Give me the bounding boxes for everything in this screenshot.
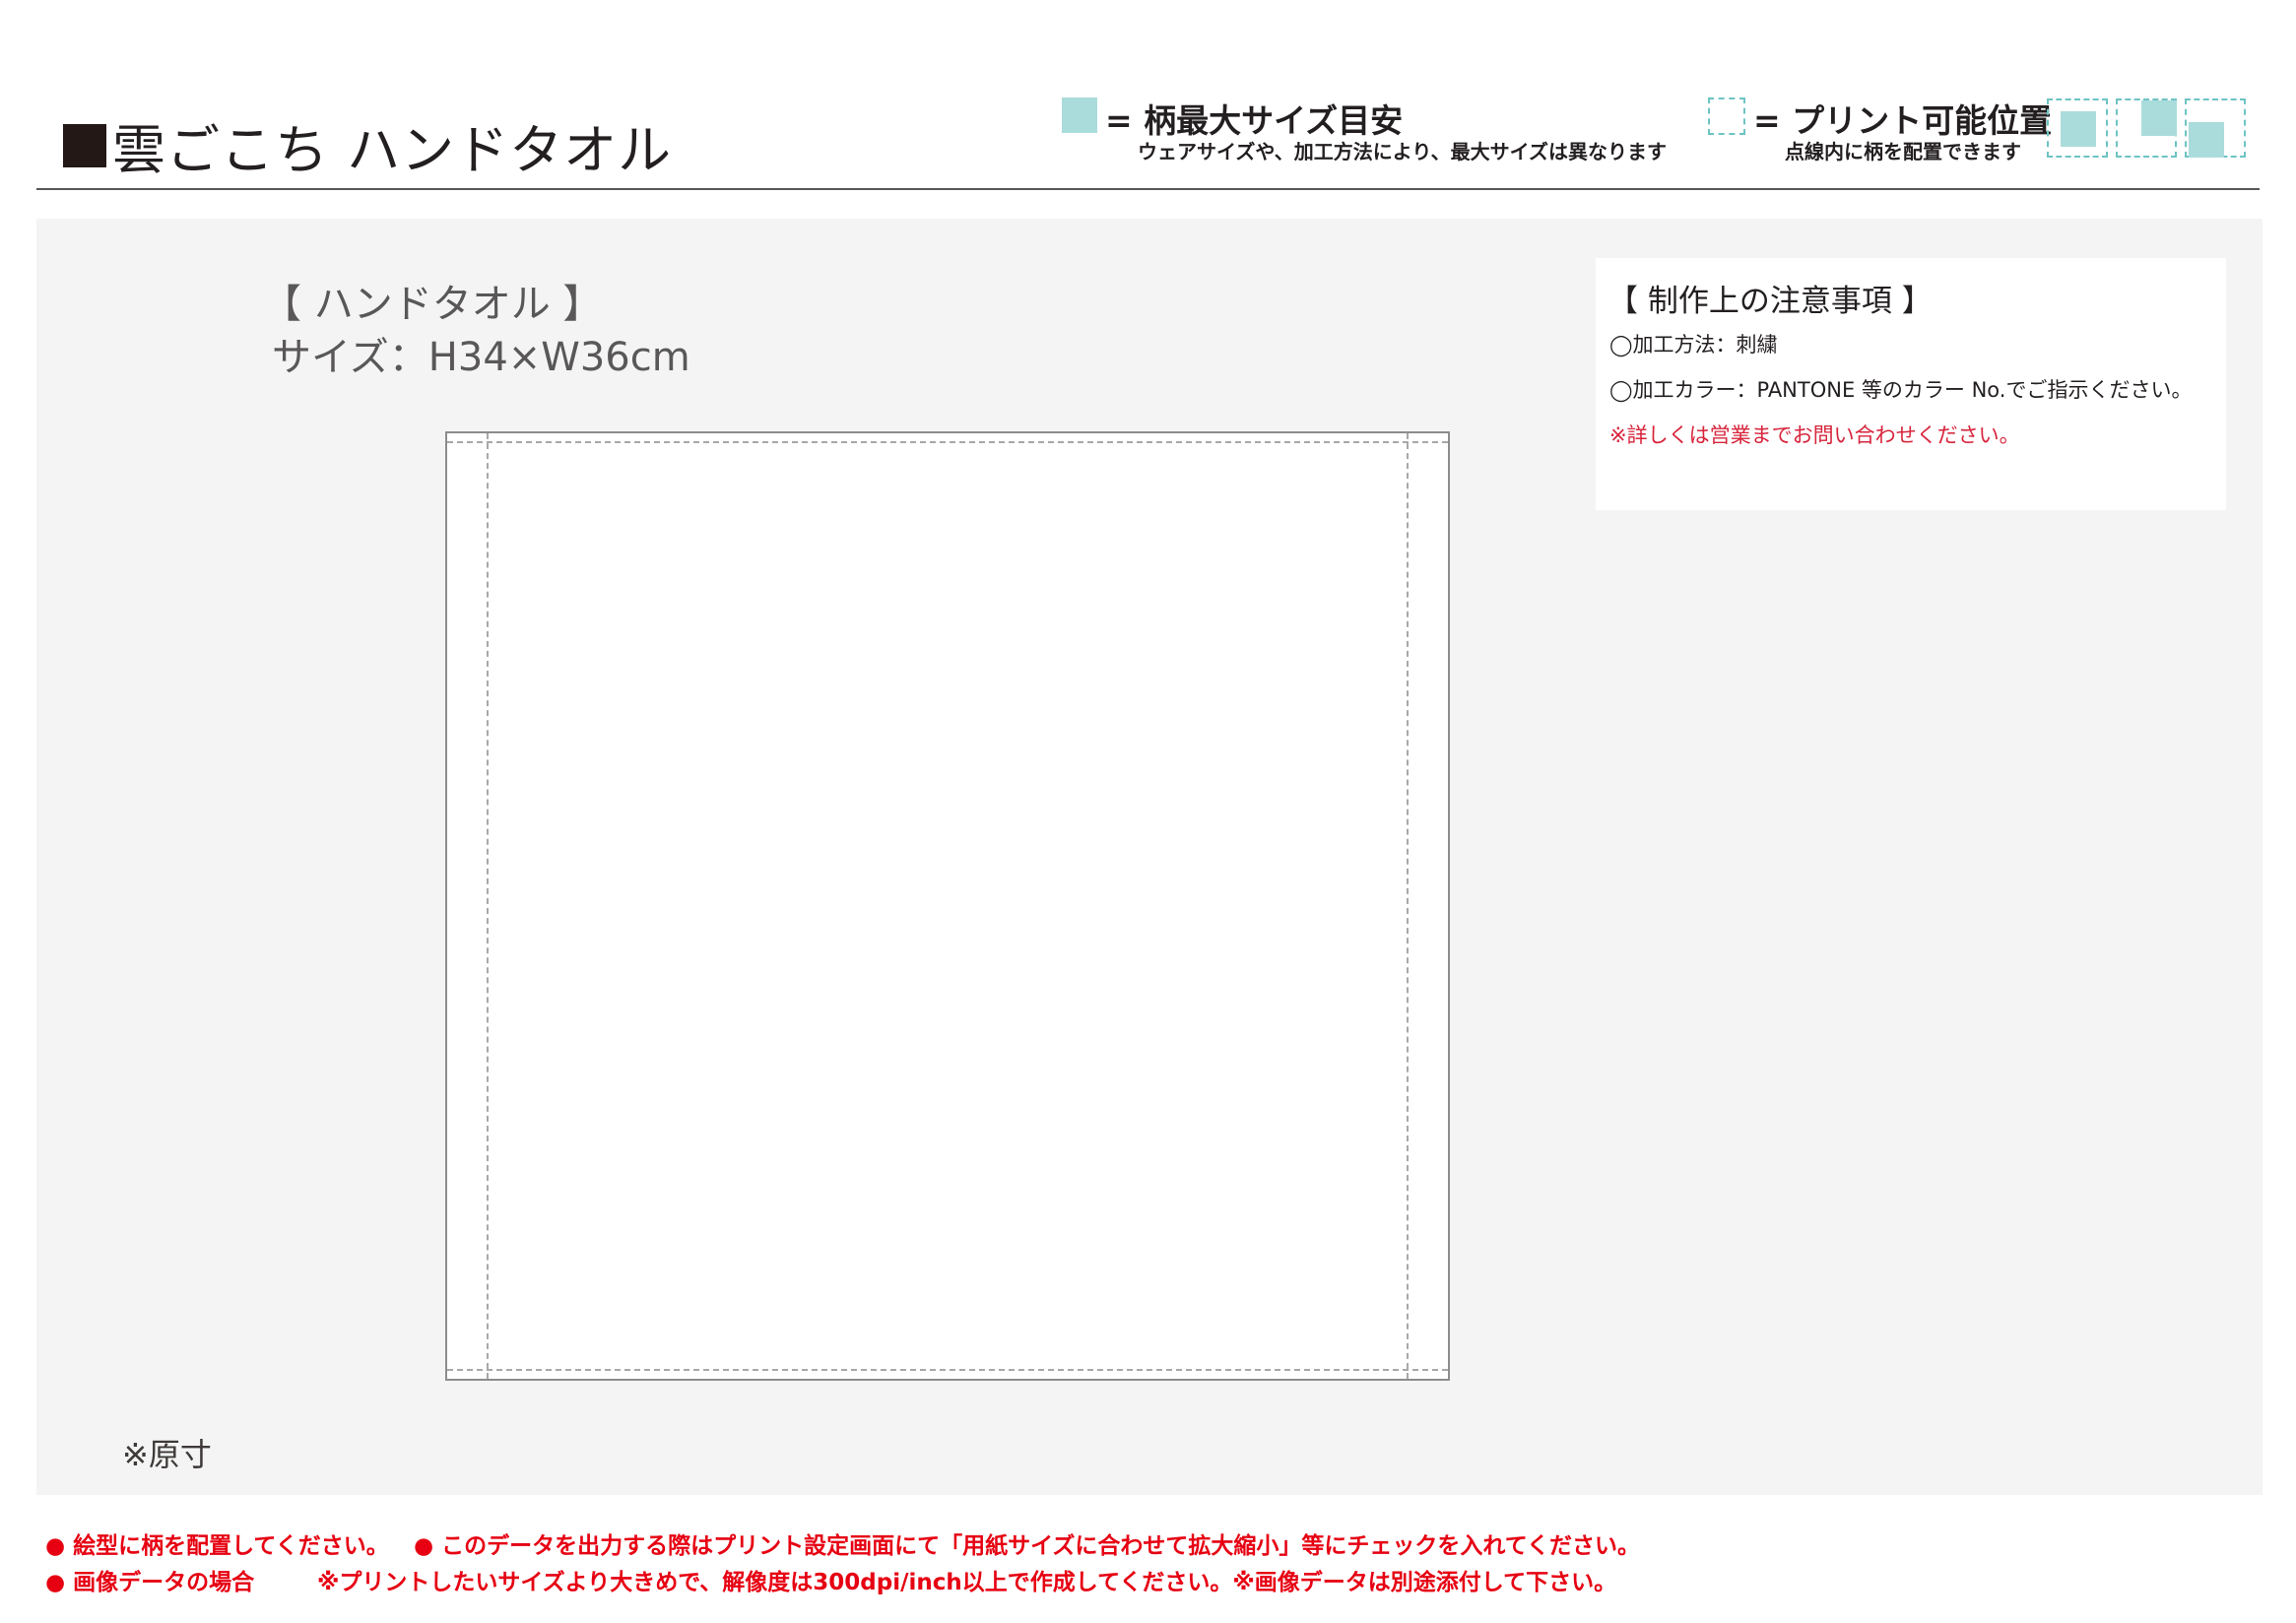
notes-contact: ※詳しくは営業までお問い合わせください。 (1609, 423, 2020, 447)
product-size: サイズ：H34×W36cm (272, 335, 690, 380)
hem-line-right (1407, 433, 1409, 1379)
notes-title: 【 制作上の注意事項 】 (1607, 284, 1933, 319)
print-area-legend-note: 点線内に柄を配置できます (1785, 140, 2021, 163)
product-name: 【 ハンドタオル 】 (262, 282, 603, 327)
page-title: 雲ごこち ハンドタオル (63, 106, 672, 184)
towel-outline (445, 431, 1450, 1381)
footer-note-resolution: ※プリントしたいサイズより大きめで、解像度は300dpi/inch以上で作成して… (317, 1570, 1617, 1595)
placement-example-bottom-left (2185, 98, 2246, 158)
print-area-swatch (1708, 97, 1745, 135)
hem-line-left (487, 433, 489, 1379)
notes-method: ◯加工方法：刺繍 (1609, 333, 1778, 357)
max-size-legend-note: ウェアサイズや、加工方法により、最大サイズは異なります (1138, 140, 1667, 163)
page-title-text: 雲ごこち ハンドタオル (112, 119, 673, 181)
max-size-legend-label: = 柄最大サイズ目安 (1105, 101, 1404, 140)
hem-line-bottom (447, 1369, 1448, 1371)
placement-example-center (2047, 98, 2108, 158)
notes-color: ◯加工カラー：PANTONE 等のカラー No.でご指示ください。 (1609, 378, 2193, 402)
header-divider (36, 188, 2260, 190)
footer-note-place-design: ● 絵型に柄を配置してください。 (45, 1533, 389, 1559)
footer-note-print-settings: ● このデータを出力する際はプリント設定画面にて「用紙サイズに合わせて拡大縮小」… (414, 1533, 1641, 1559)
hem-line-top (447, 441, 1448, 443)
placement-example-top-right (2116, 98, 2177, 158)
print-area-legend-label: = プリント可能位置 (1753, 101, 2053, 140)
original-size-note: ※原寸 (122, 1436, 212, 1473)
max-size-swatch (1062, 97, 1097, 133)
production-notes-box: 【 制作上の注意事項 】 ◯加工方法：刺繍 ◯加工カラー：PANTONE 等のカ… (1596, 258, 2226, 510)
black-square-icon (63, 123, 106, 167)
footer-note-image-data: ● 画像データの場合 (45, 1570, 255, 1595)
